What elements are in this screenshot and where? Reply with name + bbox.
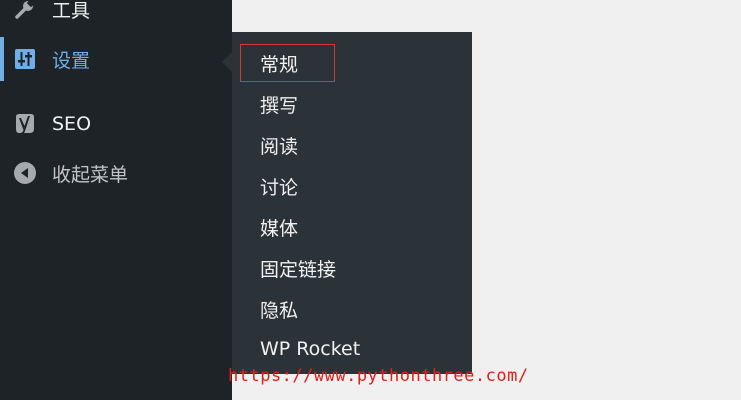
admin-sidebar: 工具 设置 SEO 收起菜单 xyxy=(0,0,232,400)
sidebar-item-label: 收起菜单 xyxy=(52,163,129,186)
submenu-item-discussion[interactable]: 讨论 xyxy=(260,171,298,201)
sidebar-item-label: 工具 xyxy=(52,0,91,22)
submenu-item-general[interactable]: 常规 xyxy=(260,48,298,78)
submenu-item-reading[interactable]: 阅读 xyxy=(260,130,298,160)
sidebar-item-label: SEO xyxy=(52,113,92,135)
submenu-item-writing[interactable]: 撰写 xyxy=(260,89,298,119)
flyout-pointer xyxy=(222,52,232,72)
active-indicator xyxy=(0,37,4,81)
sidebar-item-label: 设置 xyxy=(52,49,91,72)
wrench-icon xyxy=(13,0,37,21)
sidebar-item-seo[interactable]: SEO xyxy=(0,102,232,146)
submenu-item-permalinks[interactable]: 固定链接 xyxy=(260,253,336,283)
submenu-item-privacy[interactable]: 隐私 xyxy=(260,294,298,324)
watermark-url: https://www.pythonthree.com/ xyxy=(228,366,529,386)
settings-sliders-icon xyxy=(13,47,37,71)
sidebar-item-tools[interactable]: 工具 xyxy=(0,0,232,31)
yoast-seo-icon xyxy=(13,112,37,136)
sidebar-item-settings[interactable]: 设置 xyxy=(0,37,232,81)
submenu-item-wp-rocket[interactable]: WP Rocket xyxy=(260,334,360,364)
submenu-item-media[interactable]: 媒体 xyxy=(260,212,298,242)
collapse-menu-button[interactable]: 收起菜单 xyxy=(0,151,232,195)
collapse-arrow-icon xyxy=(13,161,37,185)
settings-submenu: 常规 撰写 阅读 讨论 媒体 固定链接 隐私 WP Rocket xyxy=(232,32,472,374)
